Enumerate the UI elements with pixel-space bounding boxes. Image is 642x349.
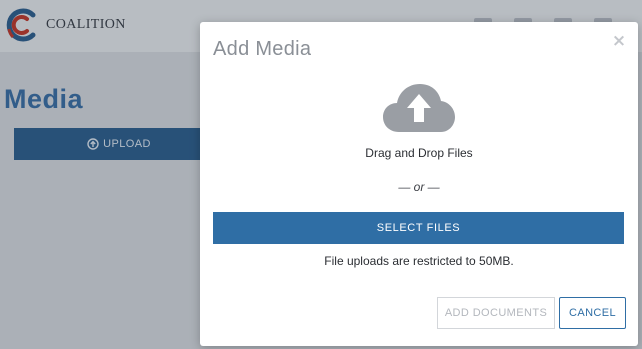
add-documents-button[interactable]: ADD DOCUMENTS [437, 297, 555, 329]
cancel-button[interactable]: CANCEL [559, 297, 626, 329]
modal-title: Add Media [213, 38, 312, 60]
select-files-button[interactable]: SELECT FILES [213, 212, 624, 244]
drag-drop-text: Drag and Drop Files [365, 146, 473, 160]
or-divider-text: — or — [398, 180, 440, 194]
add-media-modal: Add Media × Drag and Drop Files — or — S… [200, 22, 638, 346]
close-icon[interactable]: × [610, 31, 628, 51]
file-size-restriction-text: File uploads are restricted to 50MB. [324, 254, 514, 268]
cloud-upload-icon [383, 84, 455, 132]
